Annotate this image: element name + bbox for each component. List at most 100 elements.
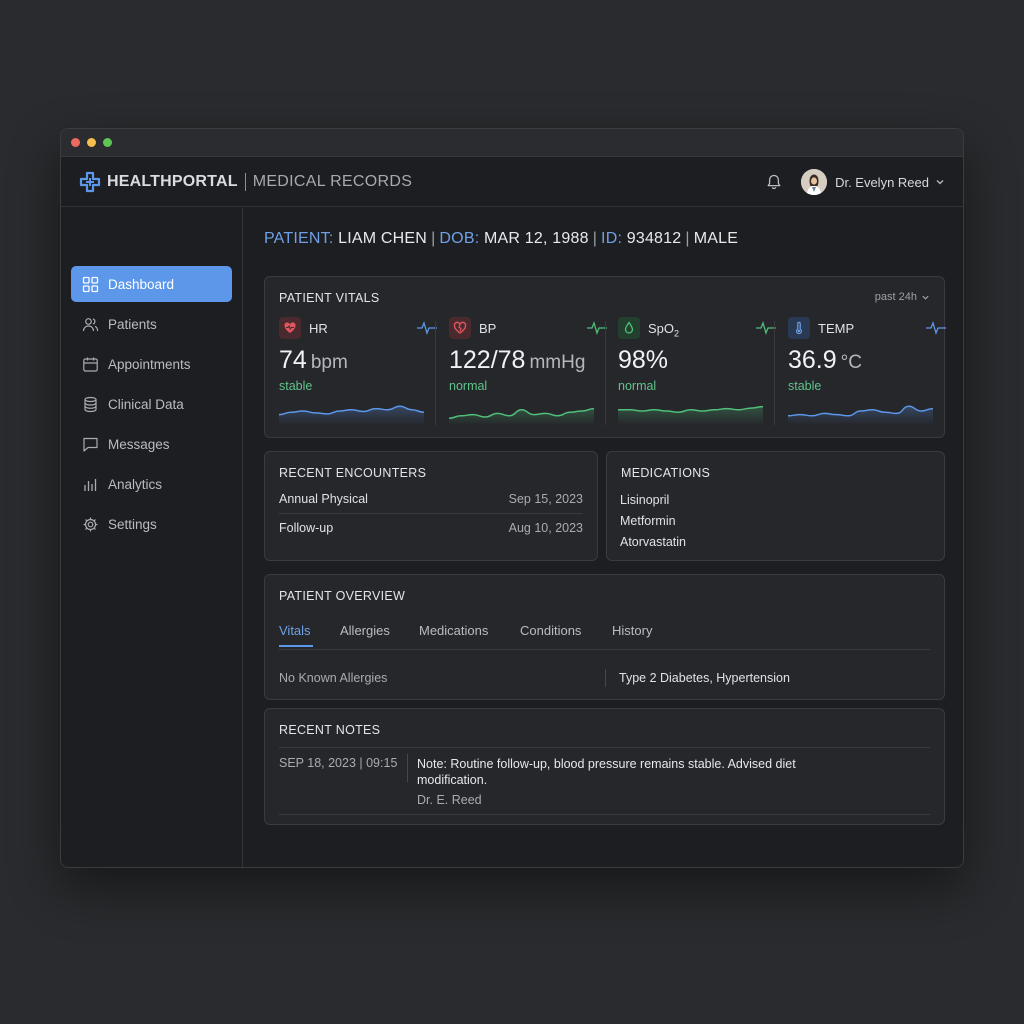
medication-item[interactable]: Metformin <box>620 514 676 528</box>
note-timestamp: SEP 18, 2023 | 09:15 <box>279 756 398 770</box>
patient-header: PATIENT: LIAM CHEN | DOB: MAR 12, 1988 | ID:… <box>264 230 739 247</box>
note-author: Dr. E. Reed <box>417 793 482 807</box>
list-item[interactable]: Follow-up Aug 10, 2023 <box>279 514 583 542</box>
patient-dob: MAR 12, 1988 <box>484 230 589 247</box>
divider <box>279 649 930 650</box>
conditions-value: Type 2 Diabetes, Hypertension <box>619 671 790 685</box>
bar-chart-icon <box>84 478 97 491</box>
vital-unit: mmHg <box>529 352 586 373</box>
sidebar: Dashboard Patients Appointments Clinical… <box>61 208 243 867</box>
heart-icon <box>279 317 301 339</box>
vital-label: BP <box>479 321 497 336</box>
sidebar-item-analytics[interactable]: Analytics <box>71 466 232 502</box>
patient-sex: MALE <box>693 230 739 247</box>
sidebar-item-label: Dashboard <box>108 276 175 292</box>
sparkline <box>449 407 594 425</box>
app-window: HEALTHPORTAL MEDICAL RECORDS Dr. Evelyn … <box>60 128 964 868</box>
avatar[interactable] <box>801 169 828 195</box>
divider <box>605 669 606 687</box>
vital-value: 74 bpm <box>279 346 348 374</box>
sidebar-item-messages[interactable]: Messages <box>71 426 232 462</box>
minimize-window-button[interactable] <box>87 138 96 147</box>
vital-bp[interactable]: BP 122/78 mmHg normal <box>449 317 607 427</box>
sidebar-item-label: Settings <box>108 516 157 532</box>
time-range-value: past 24h <box>874 291 917 303</box>
vitals-title: PATIENT VITALS <box>279 291 380 305</box>
vital-divider <box>605 321 606 425</box>
overview-title: PATIENT OVERVIEW <box>279 589 406 603</box>
patient-id: 934812 <box>626 230 682 247</box>
tab-vitals[interactable]: Vitals <box>279 623 311 638</box>
medications-title: MEDICATIONS <box>621 466 711 480</box>
sparkline <box>618 405 763 425</box>
vital-label: TEMP <box>818 321 855 336</box>
top-bar: HEALTHPORTAL MEDICAL RECORDS Dr. Evelyn … <box>61 157 963 207</box>
encounter-name: Follow-up <box>279 521 334 535</box>
vital-status: stable <box>788 379 822 393</box>
sparkline <box>788 405 933 425</box>
maximize-window-button[interactable] <box>103 138 112 147</box>
tab-conditions[interactable]: Conditions <box>520 623 581 638</box>
allergies-value: No Known Allergies <box>279 671 388 685</box>
medical-cross-icon <box>79 171 101 192</box>
sidebar-item-clinical-data[interactable]: Clinical Data <box>71 386 232 422</box>
divider <box>407 754 408 782</box>
sidebar-item-appointments[interactable]: Appointments <box>71 346 232 382</box>
medication-item[interactable]: Lisinopril <box>620 493 669 507</box>
encounter-date: Aug 10, 2023 <box>508 521 583 535</box>
pulse-icon <box>417 321 437 335</box>
list-item[interactable]: Annual Physical Sep 15, 2023 <box>279 485 583 513</box>
vital-temp[interactable]: TEMP 36.9 °C stable <box>788 317 946 427</box>
users-icon <box>82 317 99 331</box>
chevron-down-icon <box>922 295 929 300</box>
sidebar-item-label: Patients <box>108 316 157 332</box>
gear-icon <box>83 517 98 531</box>
recent-notes-card: RECENT NOTES SEP 18, 2023 | 09:15 Note: … <box>264 708 945 825</box>
vital-unit: bpm <box>310 352 348 373</box>
pulse-icon <box>926 321 946 335</box>
brand-name[interactable]: HEALTHPORTAL <box>107 173 238 191</box>
tab-allergies[interactable]: Allergies <box>340 623 390 638</box>
tab-history[interactable]: History <box>612 623 652 638</box>
patient-key: PATIENT: <box>264 230 334 247</box>
heart-broken-icon <box>449 317 471 339</box>
close-window-button[interactable] <box>71 138 80 147</box>
vital-value: 36.9 °C <box>788 346 862 374</box>
medications-card: MEDICATIONS Lisinopril Metformin Atorvas… <box>606 451 945 561</box>
vital-hr[interactable]: HR 74 bpm stable <box>279 317 437 427</box>
chevron-down-icon[interactable] <box>935 177 945 187</box>
dob-key: DOB: <box>439 230 480 247</box>
sidebar-item-settings[interactable]: Settings <box>71 506 232 542</box>
vital-label: SpO2 <box>648 321 680 339</box>
vital-divider <box>435 321 436 425</box>
sidebar-item-dashboard[interactable]: Dashboard <box>71 266 232 302</box>
vital-label: HR <box>309 321 328 336</box>
window-titlebar <box>61 129 963 157</box>
thermometer-icon <box>788 317 810 339</box>
chat-icon <box>83 437 98 452</box>
divider <box>279 814 930 815</box>
bell-icon[interactable] <box>765 173 783 191</box>
sidebar-item-label: Appointments <box>108 356 191 372</box>
divider <box>279 747 930 748</box>
sidebar-item-label: Clinical Data <box>108 396 184 412</box>
sparkline-area <box>449 408 594 425</box>
time-range-select[interactable]: past 24h <box>875 291 930 303</box>
user-name[interactable]: Dr. Evelyn Reed <box>835 175 929 190</box>
medication-item[interactable]: Atorvastatin <box>620 535 686 549</box>
vital-value: 98% <box>618 346 669 374</box>
encounter-date: Sep 15, 2023 <box>508 492 583 506</box>
encounter-name: Annual Physical <box>279 492 368 506</box>
recent-encounters-card: RECENT ENCOUNTERS Annual Physical Sep 15… <box>264 451 598 561</box>
vital-spo2[interactable]: SpO2 98% normal <box>618 317 776 427</box>
droplet-icon <box>618 317 640 339</box>
sidebar-item-patients[interactable]: Patients <box>71 306 232 342</box>
id-key: ID: <box>601 230 623 247</box>
patient-name: LIAM CHEN <box>338 230 428 247</box>
vital-status: stable <box>279 379 313 393</box>
sidebar-item-label: Messages <box>108 436 170 452</box>
note-text[interactable]: Note: Routine follow-up, blood pressure … <box>417 756 817 788</box>
vital-unit: °C <box>840 352 862 373</box>
tab-medications[interactable]: Medications <box>419 623 488 638</box>
user-area: Dr. Evelyn Reed <box>765 157 945 207</box>
